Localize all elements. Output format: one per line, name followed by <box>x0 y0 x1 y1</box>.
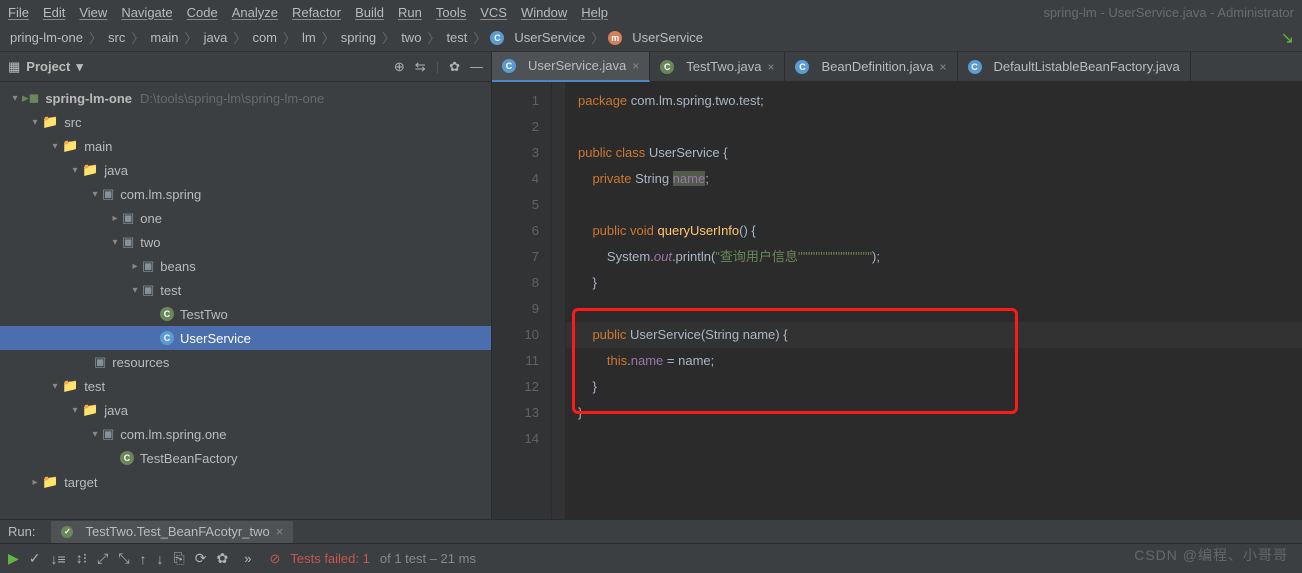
tree-pkg1[interactable]: ▾▣com.lm.spring <box>0 182 491 206</box>
tree-resources[interactable]: ▣resources <box>0 350 491 374</box>
filter-icon[interactable]: ↕⁝ <box>76 550 87 567</box>
crumb[interactable]: src <box>106 30 127 45</box>
tab-testtwo[interactable]: CTestTwo.java× <box>650 52 785 82</box>
menu-window[interactable]: Window <box>521 5 567 20</box>
tab-userservice[interactable]: CUserService.java× <box>492 52 650 82</box>
crumb[interactable]: lm <box>300 30 318 45</box>
tree-pkg2[interactable]: ▾▣com.lm.spring.one <box>0 422 491 446</box>
menu-run[interactable]: Run <box>398 5 422 20</box>
tests-summary: of 1 test – 21 ms <box>380 551 476 566</box>
tree-two[interactable]: ▾▣two <box>0 230 491 254</box>
tab-defaultlistable[interactable]: CDefaultListableBeanFactory.java <box>958 52 1191 82</box>
locate-icon[interactable]: ⊕ <box>394 59 405 75</box>
crumb[interactable]: UserService <box>512 30 587 45</box>
tree-src[interactable]: ▾📁src <box>0 110 491 134</box>
menu-file[interactable]: File <box>8 5 29 20</box>
tree-testtwo[interactable]: CTestTwo <box>0 302 491 326</box>
crumb[interactable]: spring <box>339 30 378 45</box>
fail-icon: ⊘ <box>269 551 280 567</box>
prev-icon[interactable]: ↑ <box>140 551 147 567</box>
collapse-icon[interactable]: ⤡ <box>118 550 129 567</box>
tab-beandefinition[interactable]: CBeanDefinition.java× <box>785 52 957 82</box>
close-icon[interactable]: × <box>276 524 284 539</box>
divider: | <box>436 59 439 75</box>
crumb[interactable]: com <box>250 30 279 45</box>
editor: CUserService.java× CTestTwo.java× CBeanD… <box>492 52 1302 519</box>
tree-testbeanfactory[interactable]: CTestBeanFactory <box>0 446 491 470</box>
code-area[interactable]: 123 456 789 101112 1314 package com.lm.s… <box>492 82 1302 519</box>
settings-icon[interactable]: ✿ <box>216 550 228 567</box>
crumb[interactable]: UserService <box>630 30 705 45</box>
watermark: CSDN @编程、小哥哥 <box>1134 545 1288 565</box>
menu-code[interactable]: Code <box>187 5 218 20</box>
tree-main[interactable]: ▾📁main <box>0 134 491 158</box>
crumb[interactable]: pring-lm-one <box>8 30 85 45</box>
close-icon[interactable]: × <box>939 60 946 74</box>
close-icon[interactable]: × <box>767 60 774 74</box>
menu-vcs[interactable]: VCS <box>480 5 507 20</box>
project-sidebar: ▦ Project ▾ ⊕ ⇆ | ✿ — ▾▸◼spring-lm-oneD:… <box>0 52 492 519</box>
expand-icon[interactable]: ⤢ <box>97 550 108 567</box>
export-icon[interactable]: ⎘ <box>174 550 185 567</box>
project-tree: ▾▸◼spring-lm-oneD:\tools\spring-lm\sprin… <box>0 82 491 519</box>
project-title[interactable]: Project ▾ <box>26 59 83 75</box>
code-content[interactable]: package com.lm.spring.two.test; public c… <box>566 82 1302 519</box>
menu-build[interactable]: Build <box>355 5 384 20</box>
history-icon[interactable]: ⟳ <box>195 550 207 567</box>
build-icon[interactable]: ↘ <box>1281 28 1294 48</box>
menu-tools[interactable]: Tools <box>436 5 466 20</box>
breadcrumb: pring-lm-one〉 src〉 main〉 java〉 com〉 lm〉 … <box>0 24 1302 52</box>
project-tool-icon[interactable]: ▦ <box>8 59 20 75</box>
tree-java[interactable]: ▾📁java <box>0 158 491 182</box>
tree-java2[interactable]: ▾📁java <box>0 398 491 422</box>
tree-target[interactable]: ▸📁target <box>0 470 491 494</box>
run-tab[interactable]: ✓ TestTwo.Test_BeanFAcotyr_two × <box>51 521 293 543</box>
crumb[interactable]: test <box>444 30 469 45</box>
expand-icon[interactable]: ⇆ <box>415 59 426 75</box>
menu-navigate[interactable]: Navigate <box>121 5 172 20</box>
method-icon: m <box>608 31 622 45</box>
menu-help[interactable]: Help <box>581 5 608 20</box>
class-icon: C <box>490 31 504 45</box>
run-label: Run: <box>8 524 35 539</box>
tree-userservice[interactable]: CUserService <box>0 326 491 350</box>
run-panel-header: Run: ✓ TestTwo.Test_BeanFAcotyr_two × <box>0 519 1302 543</box>
menu-edit[interactable]: Edit <box>43 5 65 20</box>
tree-beans[interactable]: ▸▣beans <box>0 254 491 278</box>
sort-icon[interactable]: ↓≡ <box>51 551 66 567</box>
minimize-icon[interactable]: — <box>470 59 483 75</box>
tree-test[interactable]: ▾▣test <box>0 278 491 302</box>
run-toolbar: ▶ ✓ ↓≡ ↕⁝ ⤢ ⤡ ↑ ↓ ⎘ ⟳ ✿ » ⊘ Tests failed… <box>0 543 1302 573</box>
tree-test2[interactable]: ▾📁test <box>0 374 491 398</box>
check-icon[interactable]: ✓ <box>29 550 41 567</box>
window-title: spring-lm - UserService.java - Administr… <box>1043 5 1294 20</box>
settings-icon[interactable]: ✿ <box>449 59 460 75</box>
menu-analyze[interactable]: Analyze <box>232 5 278 20</box>
gutter: 123 456 789 101112 1314 <box>492 82 552 519</box>
fold-column[interactable] <box>552 82 566 519</box>
editor-tabs: CUserService.java× CTestTwo.java× CBeanD… <box>492 52 1302 82</box>
menu-refactor[interactable]: Refactor <box>292 5 341 20</box>
crumb[interactable]: two <box>399 30 423 45</box>
next-icon[interactable]: ↓ <box>157 551 164 567</box>
tree-one[interactable]: ▸▣one <box>0 206 491 230</box>
tests-failed: Tests failed: 1 <box>290 551 370 566</box>
close-icon[interactable]: × <box>632 59 639 73</box>
run-icon[interactable]: ▶ <box>8 550 19 567</box>
crumb[interactable]: java <box>202 30 230 45</box>
menu-view[interactable]: View <box>79 5 107 20</box>
crumb[interactable]: main <box>148 30 180 45</box>
main-menu: File Edit View Navigate Code Analyze Ref… <box>0 0 1302 24</box>
tree-root[interactable]: ▾▸◼spring-lm-oneD:\tools\spring-lm\sprin… <box>0 86 491 110</box>
